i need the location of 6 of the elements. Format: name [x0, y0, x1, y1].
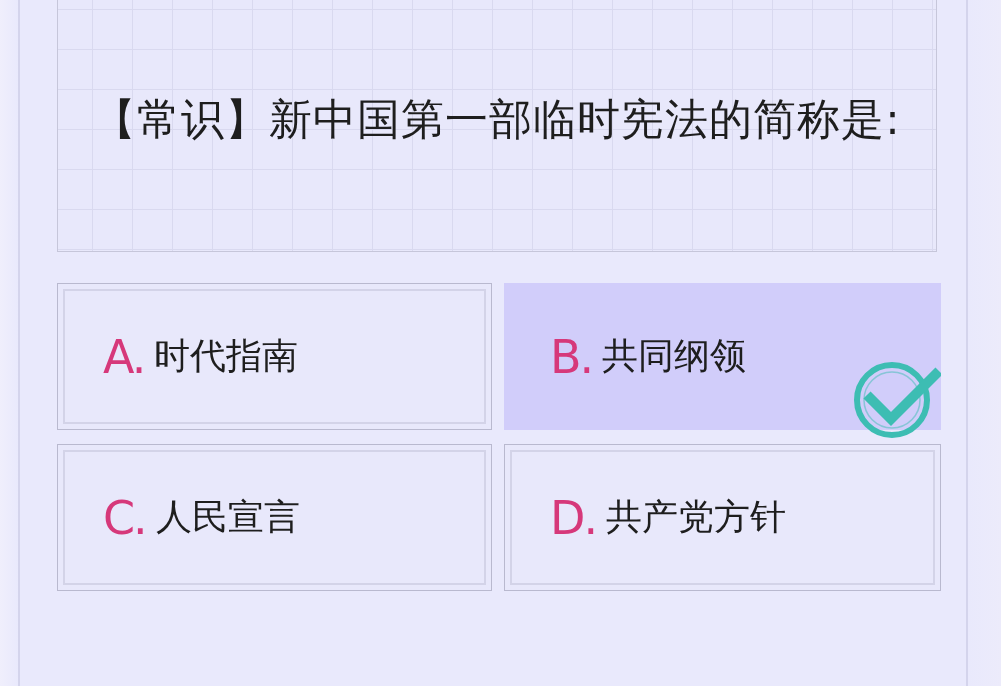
answer-option[interactable]: A. 时代指南 [57, 283, 492, 430]
question-text: 【常识】新中国第一部临时宪法的简称是: [93, 92, 901, 146]
answer-option[interactable]: B. 共同纲领 [504, 283, 941, 430]
check-circle-icon [851, 359, 941, 439]
answer-option[interactable]: D. 共产党方针 [504, 444, 941, 591]
answer-option[interactable]: C. 人民宣言 [57, 444, 492, 591]
